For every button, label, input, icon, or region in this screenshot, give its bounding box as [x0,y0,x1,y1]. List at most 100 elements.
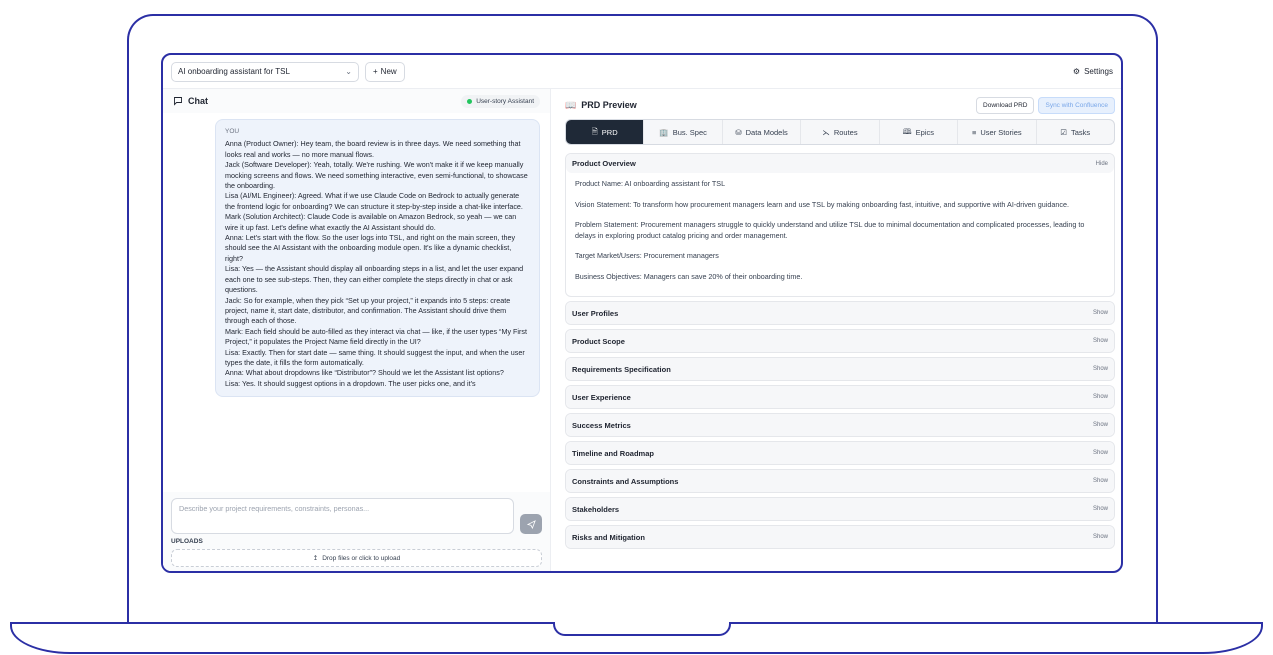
section-header[interactable]: Stakeholders Show [566,498,1114,520]
main-panels: Chat User-story Assistant YOU Anna (Prod… [163,89,1121,571]
message-line: Lisa: Exactly. Then for start date — sam… [225,347,525,367]
section-header[interactable]: User Profiles Show [566,302,1114,324]
section-header[interactable]: Product Scope Show [566,330,1114,352]
list-icon: ≡ [971,127,977,137]
tab-tasks[interactable]: ☑ Tasks [1035,120,1114,144]
new-project-label: New [380,67,397,76]
book-open-icon: 📖 [565,99,577,110]
message-line: Mark (Solution Architect): Claude Code i… [225,212,517,232]
section-risks: Risks and Mitigation Show [565,525,1115,549]
section-requirements: Requirements Specification Show [565,357,1115,381]
section-user-profiles: User Profiles Show [565,301,1115,325]
show-toggle[interactable]: Show [1093,478,1108,484]
chat-bubble-icon [174,97,182,106]
sync-confluence-button[interactable]: Sync with Confluence [1038,96,1115,114]
tab-label: User Stories [980,127,1022,137]
agent-badge[interactable]: User-story Assistant [461,94,540,108]
section-header[interactable]: Timeline and Roadmap Show [566,442,1114,464]
section-title: Timeline and Roadmap [572,448,654,458]
section-header[interactable]: Success Metrics Show [566,414,1114,436]
problem-statement: Problem Statement: Procurement managers … [575,220,1085,240]
chat-input[interactable]: Describe your project requirements, cons… [171,498,514,534]
tab-epics[interactable]: 🕮 Epics [878,120,957,144]
tab-label: Tasks [1071,127,1091,137]
chevron-down-icon: ⌄ [345,67,352,76]
hide-toggle[interactable]: Hide [1096,161,1108,167]
section-constraints: Constraints and Assumptions Show [565,469,1115,493]
dropzone-label: Drop files or click to upload [322,554,401,562]
show-toggle[interactable]: Show [1093,450,1108,456]
show-toggle[interactable]: Show [1093,422,1108,428]
chat-messages[interactable]: YOU Anna (Product Owner): Hey team, the … [163,113,550,492]
tab-label: Routes [833,127,858,137]
status-dot-icon [467,98,473,104]
section-product-scope: Product Scope Show [565,329,1115,353]
message-line: Lisa (AI/ML Engineer): Agreed. What if w… [225,191,523,211]
tab-user-stories[interactable]: ≡ User Stories [957,120,1035,144]
project-select[interactable]: AI onboarding assistant for TSL ⌄ [171,61,359,82]
send-button[interactable] [520,514,542,534]
section-stakeholders: Stakeholders Show [565,497,1115,521]
product-name: Product Name: AI onboarding assistant fo… [575,179,726,188]
chat-panel: Chat User-story Assistant YOU Anna (Prod… [163,89,551,571]
prd-title: PRD Preview [581,100,637,110]
message-line: Anna (Product Owner): Hey team, the boar… [225,139,521,159]
top-bar: AI onboarding assistant for TSL ⌄ + New … [163,55,1121,89]
message-sender: YOU [225,128,240,135]
show-toggle[interactable]: Show [1093,506,1108,512]
section-title: Requirements Specification [572,364,671,374]
show-toggle[interactable]: Show [1093,394,1108,400]
section-header[interactable]: Constraints and Assumptions Show [566,470,1114,492]
project-select-value: AI onboarding assistant for TSL [178,67,290,76]
prd-tabs: 🗎 PRD 🏢 Bus. Spec ⛁ Data Models ⋋ Routes 🕮 Ep… [565,119,1115,145]
section-title: Constraints and Assumptions [572,476,679,486]
tab-data-models[interactable]: ⛁ Data Models [721,120,800,144]
section-title: User Experience [572,392,631,402]
tab-label: Data Models [745,127,788,137]
show-toggle[interactable]: Show [1093,366,1108,372]
overview-body: Product Name: AI onboarding assistant fo… [566,173,1114,296]
section-header[interactable]: Risks and Mitigation Show [566,526,1114,548]
tab-routes[interactable]: ⋋ Routes [800,120,878,144]
section-product-overview: Product Overview Hide Product Name: AI o… [565,153,1115,297]
section-success-metrics: Success Metrics Show [565,413,1115,437]
show-toggle[interactable]: Show [1093,338,1108,344]
plus-icon: + [373,67,378,76]
target-market: Target Market/Users: Procurement manager… [575,251,719,260]
section-header[interactable]: Requirements Specification Show [566,358,1114,380]
routes-icon: ⋋ [822,127,830,137]
agent-badge-label: User-story Assistant [476,97,534,105]
message-line: Lisa: Yes. It should suggest options in … [225,378,476,388]
input-row: Describe your project requirements, cons… [171,498,542,534]
download-prd-button[interactable]: Download PRD [976,96,1035,114]
section-title: Product Scope [572,336,625,346]
uploads-label: UPLOADS [171,538,203,545]
prd-panel: 📖 PRD Preview Download PRD Sync with Con… [551,89,1121,571]
laptop-notch [553,622,731,636]
document-icon: 🗎 [591,126,598,136]
tab-label: PRD [601,127,618,137]
tab-prd[interactable]: 🗎 PRD [566,120,644,144]
book-icon: 🕮 [902,126,912,136]
section-title: Stakeholders [572,504,620,514]
checkbox-icon: ☑ [1060,127,1068,137]
show-toggle[interactable]: Show [1093,534,1108,540]
vision-statement: Vision Statement: To transform how procu… [575,199,1069,209]
message-line: Lisa: Yes — the Assistant should display… [225,264,524,295]
settings-button[interactable]: ⚙ Settings [1073,67,1113,76]
section-title: Risks and Mitigation [572,532,645,542]
tab-label: Epics [915,127,934,137]
show-toggle[interactable]: Show [1093,310,1108,316]
new-project-button[interactable]: + New [365,61,405,82]
prd-header: 📖 PRD Preview Download PRD Sync with Con… [565,89,1115,117]
section-title: Product Overview [572,159,636,168]
tab-bus-spec[interactable]: 🏢 Bus. Spec [643,120,721,144]
section-header[interactable]: Product Overview Hide [566,154,1114,173]
send-icon [526,519,536,529]
upload-icon: ↥ [312,555,319,562]
section-header[interactable]: User Experience Show [566,386,1114,408]
upload-dropzone[interactable]: ↥ Drop files or click to upload [171,549,542,567]
message-line: Anna: Let's start with the flow. So the … [225,233,516,263]
chat-title-text: Chat [188,96,208,106]
chat-input-area: Describe your project requirements, cons… [163,492,550,571]
